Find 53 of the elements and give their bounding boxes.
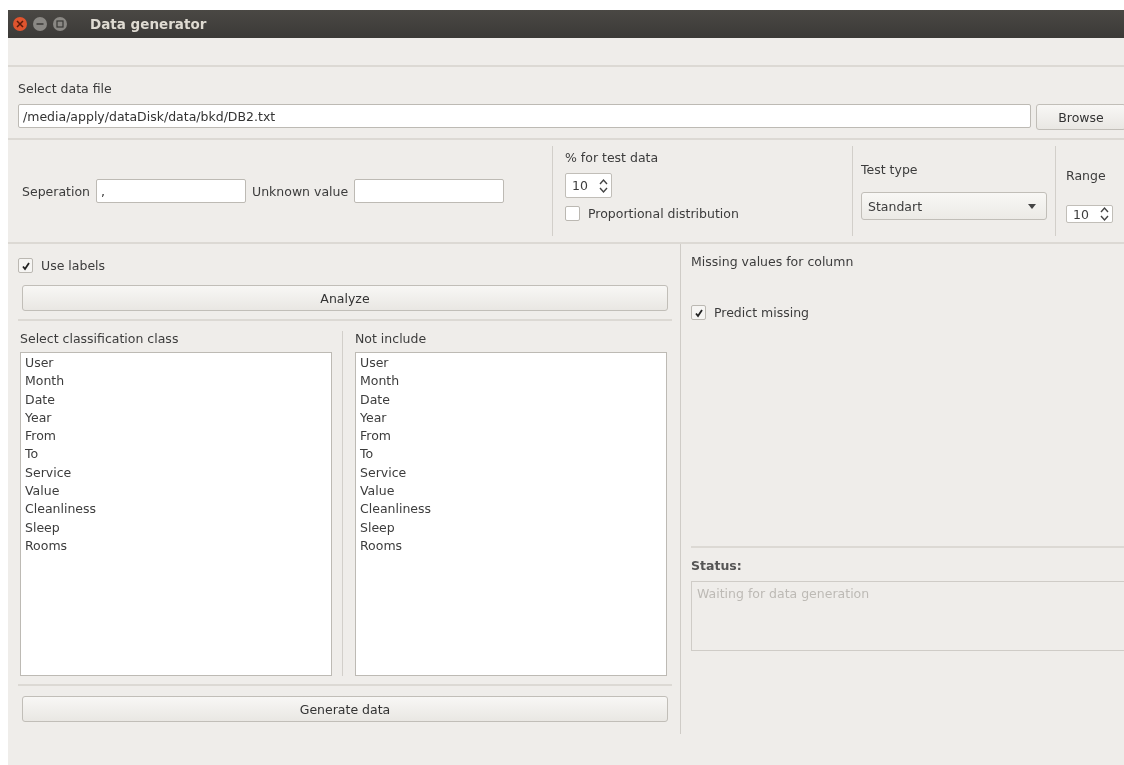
separation-field[interactable]: , — [96, 179, 246, 203]
list-item[interactable]: Date — [360, 390, 662, 409]
list-item[interactable]: Year — [25, 408, 327, 428]
section-label: Missing values for column — [691, 254, 855, 269]
list-item[interactable]: Date — [25, 390, 327, 409]
list-item[interactable]: Service — [360, 463, 662, 483]
field-label: Range — [1066, 168, 1107, 183]
window-title: Data generator — [90, 16, 207, 32]
list-item[interactable]: Rooms — [25, 536, 327, 556]
checkbox-label: Proportional distribution — [588, 206, 739, 221]
list-item[interactable]: User — [25, 354, 327, 373]
list-item[interactable]: Year — [360, 408, 662, 428]
checkbox-label: Use labels — [41, 258, 106, 273]
list-item[interactable]: Service — [25, 463, 327, 483]
field-label: Select data file — [18, 81, 113, 96]
field-label: Test type — [861, 162, 919, 177]
list-item[interactable]: Sleep — [360, 518, 662, 537]
check-icon — [20, 260, 31, 271]
list-item[interactable]: To — [25, 445, 327, 464]
spin-arrows-icon[interactable] — [599, 177, 608, 194]
list-item[interactable]: From — [25, 427, 327, 446]
list-item[interactable]: Cleanliness — [360, 500, 662, 519]
analyze-button[interactable]: Analyze — [22, 285, 668, 311]
generate-data-button[interactable]: Generate data — [22, 696, 668, 722]
list-item[interactable]: User — [360, 354, 662, 373]
field-label: Unknown value — [252, 183, 349, 199]
list-item[interactable]: From — [360, 427, 662, 446]
list-item[interactable]: Value — [25, 482, 327, 501]
range-spinbox[interactable]: 10 — [1066, 205, 1113, 223]
field-label: % for test data — [565, 150, 660, 165]
unknown-value-field[interactable] — [354, 179, 505, 203]
checkbox[interactable] — [565, 206, 580, 221]
test-percent-spinbox[interactable]: 10 — [565, 173, 612, 198]
list-item[interactable]: To — [360, 445, 662, 464]
checkbox-label: Predict missing — [714, 305, 810, 320]
check-icon — [693, 307, 704, 318]
field-label: Seperation — [22, 183, 90, 199]
list-label: Select classification class — [19, 331, 180, 346]
file-path-field[interactable]: /media/apply/dataDisk/data/bkd/DB2.txt — [18, 104, 1031, 128]
list-item[interactable]: Value — [360, 482, 662, 501]
list-item[interactable]: Cleanliness — [25, 500, 327, 519]
list-item[interactable]: Sleep — [25, 518, 327, 537]
status-label: Status: — [691, 558, 743, 573]
checkbox[interactable] — [18, 258, 33, 273]
list-item[interactable]: Month — [360, 372, 662, 391]
caret-icon — [1028, 203, 1036, 209]
checkbox[interactable] — [691, 305, 706, 320]
spin-arrows-icon[interactable] — [1100, 206, 1109, 222]
list-item[interactable]: Rooms — [360, 536, 662, 556]
list-item[interactable]: Month — [25, 372, 327, 391]
list-label: Not include — [354, 331, 428, 346]
test-type-dropdown[interactable]: Standart — [861, 192, 1047, 220]
browse-button[interactable]: Browse — [1036, 104, 1124, 130]
